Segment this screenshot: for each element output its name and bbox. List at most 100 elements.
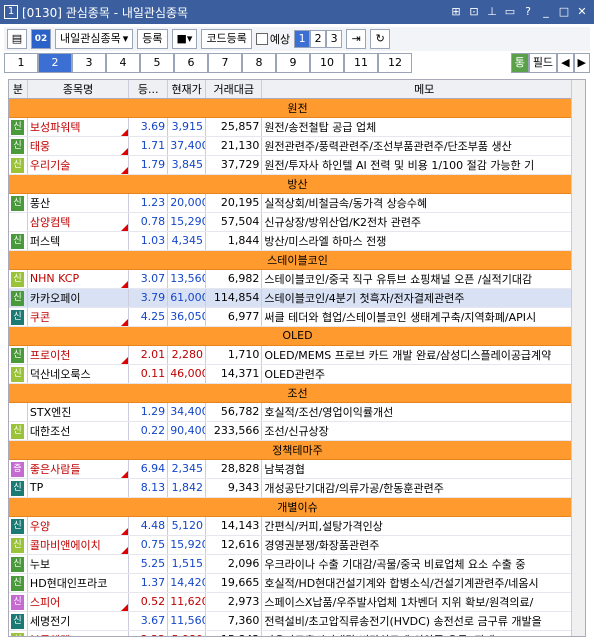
tab-10[interactable]: 10: [310, 53, 344, 73]
link-icon[interactable]: ⊡: [466, 4, 482, 20]
stock-name-cell[interactable]: TP: [27, 478, 130, 498]
table-row[interactable]: 신 HD현대인프라코 1.37 14,420 19,665 호실적/HD현대건설기계와 합…: [9, 573, 585, 593]
code-register-button[interactable]: 코드등록: [201, 29, 252, 49]
group-row[interactable]: 개별이슈: [9, 497, 585, 517]
stock-name-cell[interactable]: 누보: [27, 554, 130, 574]
view-mode-select[interactable]: ■▾: [171, 29, 198, 49]
col-header[interactable]: 등...: [128, 80, 169, 99]
memo-cell[interactable]: 호실적/HD현대건설기계와 합병소식/건설기계관련주/네옴시: [261, 573, 585, 593]
stock-name-cell[interactable]: 좋은사람들: [27, 459, 130, 479]
tab-3[interactable]: 3: [72, 53, 106, 73]
group-row[interactable]: 조선: [9, 383, 585, 403]
maximize-icon[interactable]: □: [556, 4, 572, 20]
stock-name-cell[interactable]: 삼양컴텍: [27, 212, 130, 232]
memo-cell[interactable]: 남북경협: [261, 459, 585, 479]
tab-2[interactable]: 2: [38, 53, 72, 73]
memo-cell[interactable]: 원전/투자사 하인텔 AI 전력 및 비용 1/100 절감 가능한 기: [261, 155, 585, 175]
help-icon[interactable]: ?: [520, 4, 536, 20]
next-icon[interactable]: ▶: [573, 53, 590, 73]
tab-9[interactable]: 9: [276, 53, 310, 73]
tab-5[interactable]: 5: [140, 53, 174, 73]
table-row[interactable]: 신 콜마비앤에이치 0.75 15,920 12,616 경영권분쟁/화장품관련주: [9, 535, 585, 555]
table-row[interactable]: 신 TP 8.13 1,842 9,343 개성공단기대감/의류가공/한동훈관련주: [9, 478, 585, 498]
restore-icon[interactable]: ▭: [502, 4, 518, 20]
memo-cell[interactable]: 조선/신규상장: [261, 421, 585, 441]
table-row[interactable]: 신 풍산 1.23 20,000 20,195 실적상회/비철금속/동가격 상승수혜: [9, 193, 585, 213]
memo-cell[interactable]: 신규상장/방위산업/K2전차 관련주: [261, 212, 585, 232]
memo-cell[interactable]: 마운자로출시기대감/비만치료제/의약품 유통, 판매: [261, 630, 585, 636]
forecast-checkbox[interactable]: 예상: [255, 31, 290, 47]
table-row[interactable]: 삼양컴텍 0.78 15,290 57,504 신규상장/방위산업/K2전차 관련주: [9, 212, 585, 232]
table-row[interactable]: 신 우양 4.48 5,120 14,143 간편식/커피,설탕가격인상: [9, 516, 585, 536]
memo-cell[interactable]: 간편식/커피,설탕가격인상: [261, 516, 585, 536]
col-header[interactable]: 거래대금: [205, 80, 263, 99]
memo-cell[interactable]: OLED/MEMS 프로브 카드 개발 완료/삼성디스플레이공급계약: [261, 345, 585, 365]
memo-cell[interactable]: 우크라이나 수출 기대감/곡물/중국 비료업체 요소 수출 중: [261, 554, 585, 574]
stock-name-cell[interactable]: 덕산네오룩스: [27, 364, 130, 384]
export-icon[interactable]: ⇥: [346, 29, 367, 49]
pin-icon[interactable]: ⊥: [484, 4, 500, 20]
table-row[interactable]: 신 퍼스텍 1.03 4,345 1,844 방산/미스라엘 하마스 전쟁: [9, 231, 585, 251]
col-header[interactable]: 현재가: [167, 80, 207, 99]
stock-name-cell[interactable]: 블루엠텍: [27, 630, 130, 636]
tab-7[interactable]: 7: [208, 53, 242, 73]
table-row[interactable]: 신 스피어 0.52 11,620 2,973 스페이스X납품/우주발사업체 1차벤더 지…: [9, 592, 585, 612]
table-row[interactable]: 신 우리기술 1.79 3,845 37,729 원전/투자사 하인텔 AI 전력 및 비…: [9, 155, 585, 175]
minimize-icon[interactable]: _: [538, 4, 554, 20]
table-row[interactable]: 신 덕산네오룩스 0.11 46,000 14,371 OLED관련주: [9, 364, 585, 384]
page-1-button[interactable]: 1: [294, 30, 311, 48]
group-row[interactable]: 정책테마주: [9, 440, 585, 460]
tab-8[interactable]: 8: [242, 53, 276, 73]
memo-cell[interactable]: 경영권분쟁/화장품관련주: [261, 535, 585, 555]
list-icon[interactable]: ▤: [7, 29, 27, 49]
stock-name-cell[interactable]: 카카오페이: [27, 288, 130, 308]
table-row[interactable]: 신블루엠텍 2.225,98015,842마운자로출시기대감/비만치료제/의약품 …: [9, 630, 585, 636]
memo-cell[interactable]: 전력설비/초고압직류송전기(HVDC) 송전선로 금구류 개발을: [261, 611, 585, 631]
memo-cell[interactable]: 스테이블코인/4분기 첫흑자/전자결제관련주: [261, 288, 585, 308]
stock-name-cell[interactable]: 퍼스텍: [27, 231, 130, 251]
memo-cell[interactable]: 원전/송전철탑 공급 업체: [261, 117, 585, 137]
stock-name-cell[interactable]: 풍산: [27, 193, 130, 213]
field-button[interactable]: 필드: [528, 53, 558, 73]
table-row[interactable]: 신 태웅 1.71 37,400 21,130 원전관련주/풍력관련주/조선부품관련주/단…: [9, 136, 585, 156]
memo-cell[interactable]: 스테이블코인/중국 직구 유튜브 쇼핑채널 오픈 /실적기대감: [261, 269, 585, 289]
table-row[interactable]: 증 좋은사람들 6.94 2,345 28,828 남북경협: [9, 459, 585, 479]
table-row[interactable]: 신 카카오페이 3.79 61,000 114,854 스테이블코인/4분기 첫흑자/전자…: [9, 288, 585, 308]
table-row[interactable]: 신 보성파워텍 3.69 3,915 25,857 원전/송전철탑 공급 업체: [9, 117, 585, 137]
stock-name-cell[interactable]: 프로이천: [27, 345, 130, 365]
table-row[interactable]: STX엔진 1.29 34,400 56,782 호실적/조선/영업이익률개선: [9, 402, 585, 422]
stock-name-cell[interactable]: 대한조선: [27, 421, 130, 441]
group-icon[interactable]: 02: [31, 29, 51, 49]
stock-name-cell[interactable]: 우리기술: [27, 155, 130, 175]
memo-cell[interactable]: 써클 테더와 협업/스테이블코인 생태계구축/지역화폐/API시: [261, 307, 585, 327]
vertical-scrollbar[interactable]: [571, 80, 585, 636]
memo-cell[interactable]: 스페이스X납품/우주발사업체 1차벤더 지위 확보/원격의료/: [261, 592, 585, 612]
memo-cell[interactable]: 원전관련주/풍력관련주/조선부품관련주/단조부품 생산: [261, 136, 585, 156]
table-row[interactable]: 신 세명전기 3.67 11,560 7,360 전력설비/초고압직류송전기(HVDC) …: [9, 611, 585, 631]
register-button[interactable]: 등록: [137, 29, 168, 49]
group-row[interactable]: OLED: [9, 326, 585, 346]
stock-name-cell[interactable]: 세명전기: [27, 611, 130, 631]
stock-name-cell[interactable]: 보성파워텍: [27, 117, 130, 137]
memo-cell[interactable]: 호실적/조선/영업이익률개선: [261, 402, 585, 422]
table-row[interactable]: 신 대한조선 0.22 90,400 233,566 조선/신규상장: [9, 421, 585, 441]
table-row[interactable]: 신 누보 5.25 1,515 2,096 우크라이나 수출 기대감/곡물/중국 비료업체…: [9, 554, 585, 574]
stock-name-cell[interactable]: STX엔진: [27, 402, 130, 422]
tab-11[interactable]: 11: [344, 53, 378, 73]
col-header[interactable]: 종목명: [27, 80, 130, 99]
table-row[interactable]: 신 프로이천 2.01 2,280 1,710 OLED/MEMS 프로브 카드 개발 완…: [9, 345, 585, 365]
stock-name-cell[interactable]: 스피어: [27, 592, 130, 612]
col-header[interactable]: 메모: [261, 80, 585, 99]
checkbox-box[interactable]: [255, 33, 268, 45]
tab-4[interactable]: 4: [106, 53, 140, 73]
group-row[interactable]: 원전: [9, 98, 585, 118]
table-row[interactable]: 신 NHN KCP 3.07 13,560 6,982 스테이블코인/중국 직구 유튜브 …: [9, 269, 585, 289]
page-2-button[interactable]: 2: [310, 30, 327, 48]
group-select[interactable]: 내일관심종목 ▾: [55, 29, 134, 49]
stock-name-cell[interactable]: 콜마비앤에이치: [27, 535, 130, 555]
memo-cell[interactable]: 개성공단기대감/의류가공/한동훈관련주: [261, 478, 585, 498]
col-header[interactable]: 분: [9, 80, 28, 99]
memo-cell[interactable]: OLED관련주: [261, 364, 585, 384]
prev-icon[interactable]: ◀: [557, 53, 574, 73]
stock-name-cell[interactable]: NHN KCP: [27, 269, 130, 289]
